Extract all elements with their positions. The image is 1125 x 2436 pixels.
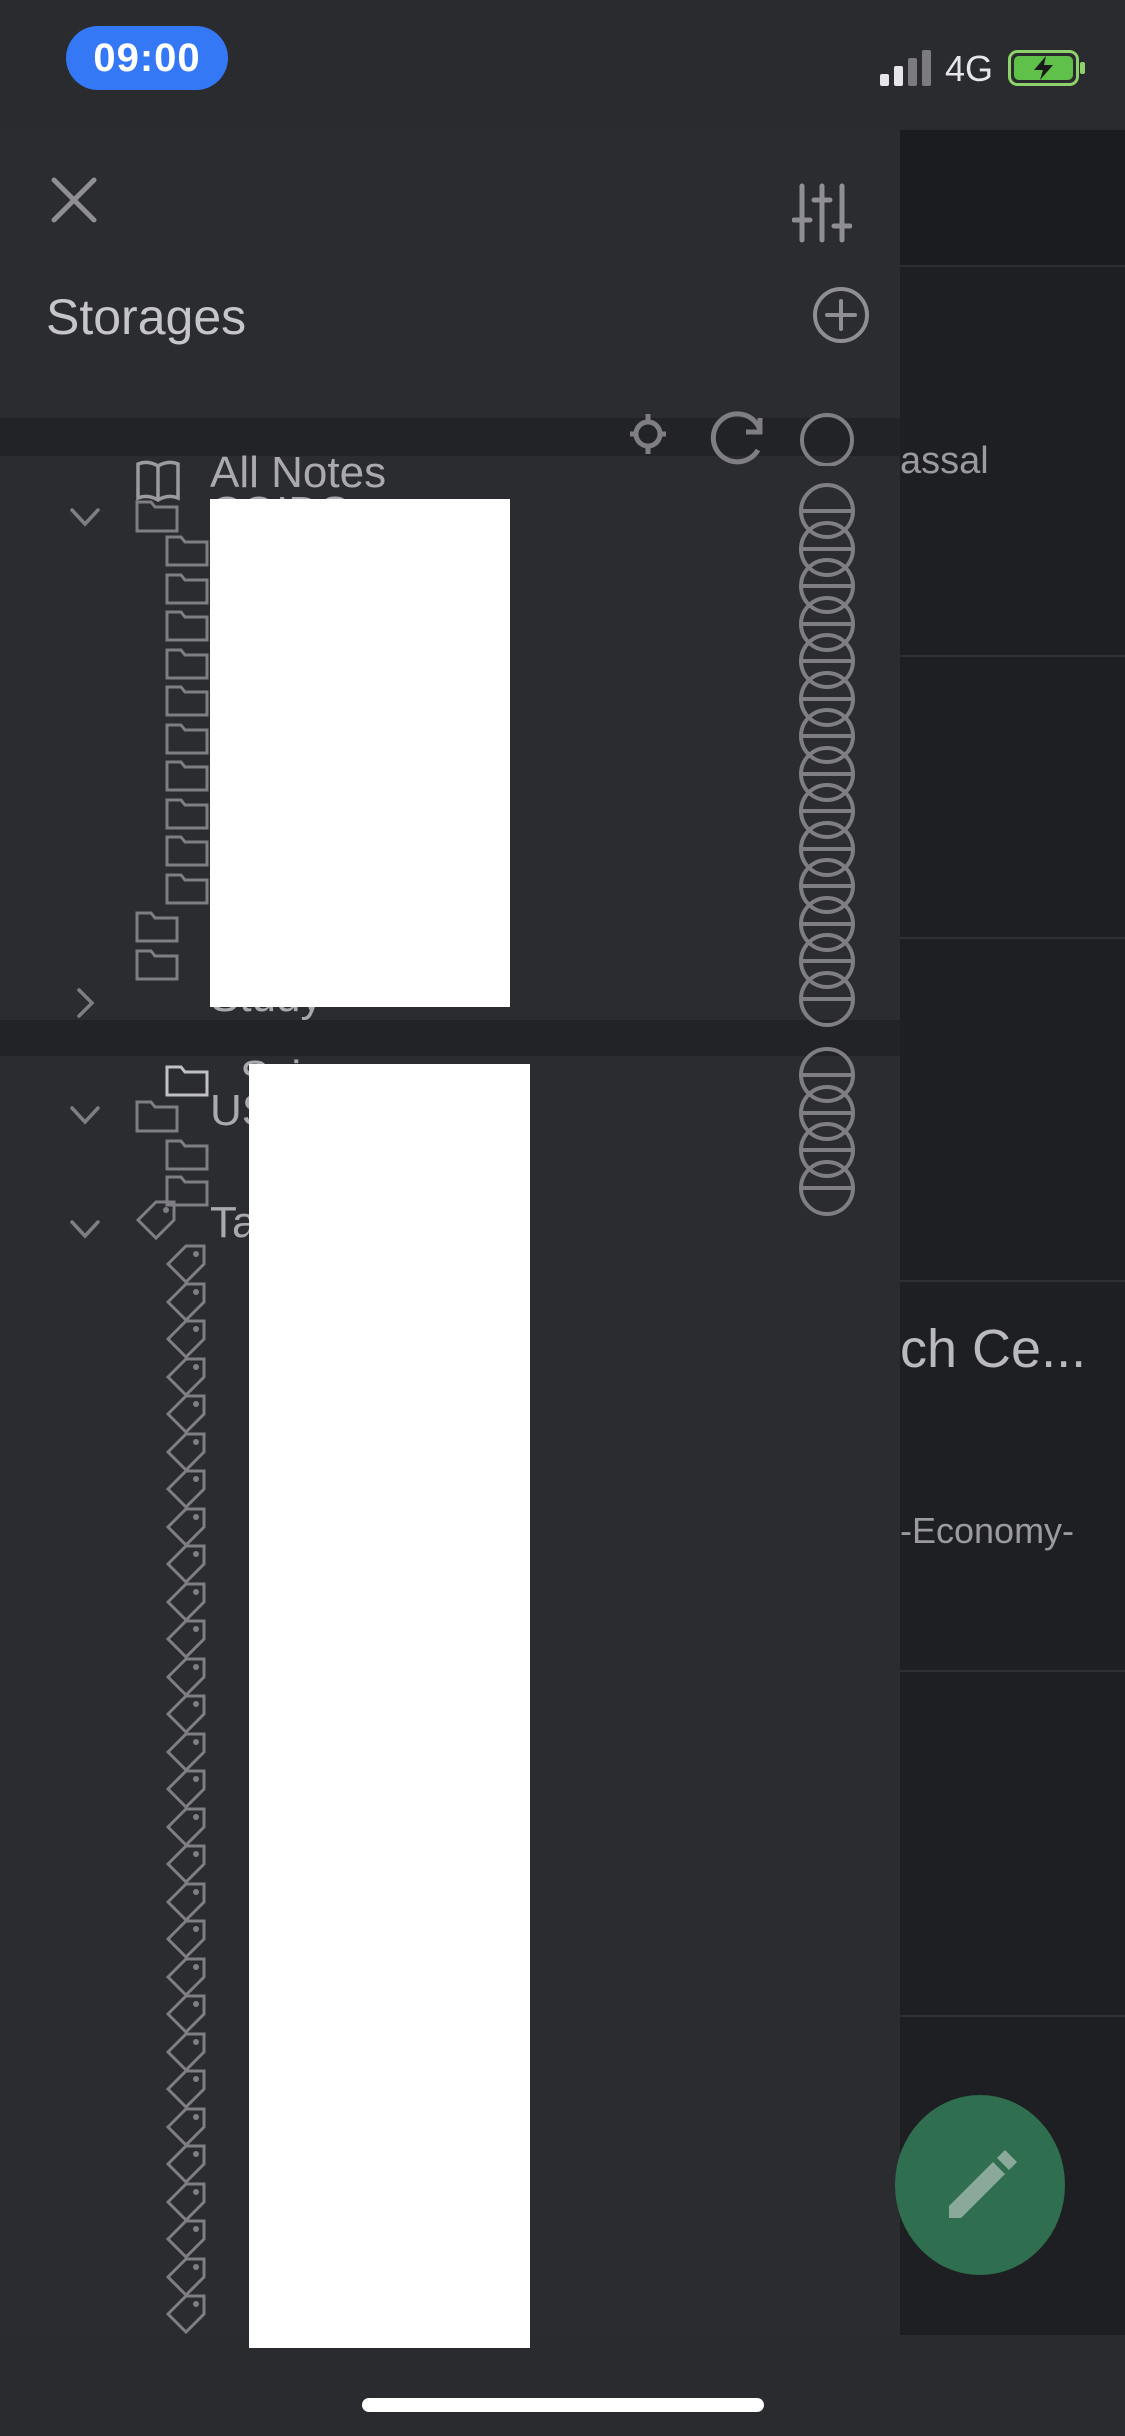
section-header [0, 1020, 900, 1056]
signal-icon [880, 50, 931, 86]
note-divider [900, 937, 1125, 939]
filter-sliders-icon[interactable] [792, 182, 852, 244]
note-snippet[interactable]: -Economy- [900, 1510, 1125, 1552]
folder-icon [165, 835, 209, 867]
add-circle-icon[interactable] [798, 970, 856, 1028]
close-icon[interactable] [42, 168, 106, 232]
chevron-down-icon[interactable] [68, 500, 102, 534]
redacted-folder-names [210, 499, 510, 1007]
folder-icon [165, 798, 209, 829]
redacted-tag-names [249, 1064, 530, 2348]
chevron-right-icon[interactable] [68, 986, 102, 1020]
sync-icon[interactable] [710, 410, 766, 466]
note-snippet[interactable]: assal [900, 440, 1125, 483]
add-circle-icon[interactable] [798, 1159, 856, 1217]
status-bar: 09:00 4G [0, 0, 1125, 120]
status-time: 09:00 [66, 26, 228, 90]
note-title[interactable]: ch Ce... [900, 1318, 1125, 1380]
folder-icon [165, 535, 209, 567]
folder-icon [135, 500, 179, 533]
folder-icon [165, 723, 209, 754]
note-divider [900, 1280, 1125, 1282]
tag-icon [165, 2294, 206, 2335]
folder-icon [165, 685, 209, 717]
add-circle-icon[interactable] [798, 410, 856, 466]
folder-icon [135, 949, 179, 981]
chevron-down-icon[interactable] [68, 1098, 102, 1132]
storages-title: Storages [46, 289, 247, 345]
note-divider [900, 2015, 1125, 2017]
folder-icon [165, 1065, 209, 1097]
network-type: 4G [945, 48, 994, 89]
gear-icon[interactable] [626, 410, 670, 466]
battery-charging-icon [1008, 50, 1085, 86]
notes-list-toolbar [900, 130, 1125, 267]
folder-icon [165, 610, 209, 642]
new-note-button[interactable] [895, 2095, 1065, 2275]
note-divider [900, 655, 1125, 657]
folder-icon [135, 1100, 179, 1133]
folder-icon [135, 911, 179, 943]
folder-icon [165, 1139, 209, 1171]
tag-icon [135, 1200, 176, 1241]
folder-icon [165, 573, 209, 604]
folder-icon [165, 873, 209, 904]
home-indicator [362, 2398, 764, 2412]
folder-icon [165, 648, 209, 679]
note-divider [900, 1670, 1125, 1672]
add-circle-icon[interactable] [812, 286, 870, 344]
folder-icon [165, 760, 209, 792]
chevron-down-icon[interactable] [68, 1212, 102, 1246]
pencil-icon [949, 2150, 1017, 2218]
